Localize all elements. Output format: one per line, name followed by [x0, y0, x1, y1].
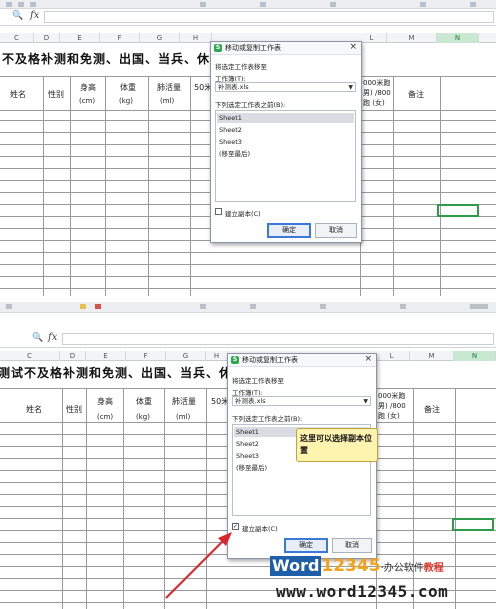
magnifier-icon[interactable]: 🔍 — [12, 11, 23, 21]
col-header[interactable]: M — [410, 351, 454, 361]
magnifier-icon[interactable]: 🔍 — [32, 333, 43, 343]
sheet-list[interactable]: Sheet1 Sheet2 Sheet3 (移至最后) — [215, 110, 356, 202]
watermark-brand: Word 12345·办公软件教程 — [270, 556, 444, 576]
header-height-unit: (cm) — [97, 413, 114, 421]
workbook-select[interactable]: 补测表.xls ▼ — [232, 396, 371, 406]
formula-input[interactable] — [62, 333, 494, 345]
col-header[interactable]: D — [60, 351, 86, 361]
dialog-titlebar[interactable]: S 移动或复制工作表 × — [228, 354, 376, 367]
selected-cell[interactable] — [437, 204, 479, 217]
header-run-long-3: 跑 (女) — [378, 412, 400, 420]
fx-label[interactable]: fx — [48, 332, 57, 343]
sheet-title: 不及格补测和免测、出国、当兵、休学 — [2, 52, 224, 66]
list-item[interactable]: (移至最后) — [217, 149, 354, 159]
header-weight-unit: (kg) — [119, 97, 133, 105]
header-lung: 肺活量 — [172, 397, 196, 406]
watermark-suffix: ·办公软件 — [380, 563, 424, 574]
col-header[interactable]: F — [100, 33, 140, 43]
header-weight: 体重 — [120, 83, 136, 92]
col-header[interactable]: H — [180, 33, 212, 43]
header-height: 身高 — [97, 397, 113, 406]
header-weight: 体重 — [136, 397, 152, 406]
header-lung: 肺活量 — [157, 83, 181, 92]
dialog-titlebar[interactable]: S 移动或复制工作表 × — [211, 42, 361, 55]
app-icon: S — [231, 356, 239, 364]
col-header[interactable]: G — [166, 351, 206, 361]
col-header[interactable]: E — [86, 351, 126, 361]
top-screenshot: 🔍 fx C D E F G H L M N 不及格补测和免测、出国、当兵、休学… — [0, 0, 496, 296]
col-header[interactable]: G — [140, 33, 180, 43]
cancel-button[interactable]: 取消 — [315, 223, 357, 238]
header-remarks: 备注 — [408, 90, 424, 99]
header-lung-unit: (ml) — [160, 97, 175, 105]
col-header[interactable]: F — [126, 351, 166, 361]
col-header[interactable]: C — [0, 351, 60, 361]
before-sheet-label: 下列选定工作表之前(B): — [215, 101, 286, 109]
header-run-long-2: 男) /800 — [363, 89, 391, 97]
col-header[interactable]: E — [60, 33, 100, 43]
header-lung-unit: (ml) — [176, 413, 191, 421]
header-remarks: 备注 — [424, 405, 440, 414]
toolbar-strip — [0, 0, 496, 9]
formula-input[interactable] — [44, 11, 494, 23]
move-copy-dialog: S 移动或复制工作表 × 将选定工作表移至 工作簿(T): 补测表.xls ▼ 下… — [210, 41, 362, 243]
chevron-down-icon[interactable]: ▼ — [348, 83, 353, 92]
col-header[interactable]: H — [206, 351, 228, 361]
list-item[interactable]: Sheet1 — [217, 113, 354, 123]
close-icon[interactable]: × — [364, 354, 372, 364]
sheet-title: 测试不及格补测和免测、出国、当兵、休学 — [0, 366, 246, 380]
dialog-title: 移动或复制工作表 — [242, 356, 298, 364]
header-gender: 性别 — [66, 405, 82, 414]
toolbar-strip — [0, 302, 496, 313]
header-weight-unit: (kg) — [136, 413, 150, 421]
header-run-long-3: 跑 (女) — [363, 99, 385, 107]
workbook-value: 补测表.xls — [235, 397, 266, 405]
chevron-down-icon[interactable]: ▼ — [363, 397, 368, 406]
watermark-url: www.word12345.com — [276, 582, 449, 601]
move-to-label: 将选定工作表移至 — [232, 377, 284, 385]
before-sheet-label: 下列选定工作表之前(B): — [232, 415, 303, 423]
list-item[interactable]: Sheet2 — [217, 125, 354, 135]
list-item[interactable]: Sheet3 — [217, 137, 354, 147]
workbook-select[interactable]: 补测表.xls ▼ — [215, 82, 356, 92]
watermark-word: Word — [270, 556, 322, 576]
header-height: 身高 — [80, 83, 96, 92]
formula-bar: 🔍 fx — [0, 331, 496, 348]
dialog-title: 移动或复制工作表 — [225, 44, 281, 52]
red-arrow — [165, 532, 232, 599]
copy-label: 建立副本(C) — [242, 525, 278, 533]
ok-button[interactable]: 确定 — [267, 223, 311, 238]
close-icon[interactable]: × — [349, 42, 357, 52]
move-to-label: 将选定工作表移至 — [215, 63, 267, 71]
selected-cell[interactable] — [452, 518, 494, 531]
header-name: 姓名 — [26, 405, 42, 414]
col-header[interactable]: N — [454, 351, 496, 361]
watermark-tag: 教程 — [423, 563, 444, 574]
watermark-number: 12345 — [321, 556, 381, 576]
header-run-long-1: 000米跑 — [363, 79, 391, 87]
col-header[interactable]: D — [34, 33, 60, 43]
copy-checkbox[interactable] — [215, 208, 222, 215]
header-name: 姓名 — [10, 90, 26, 99]
workbook-value: 补测表.xls — [218, 83, 249, 91]
header-height-unit: (cm) — [79, 97, 96, 105]
callout-tooltip: 这里可以选择副本位置 — [296, 428, 378, 462]
col-header[interactable]: M — [387, 33, 437, 43]
app-icon: S — [214, 44, 222, 52]
header-run-long-1: 000米跑 — [378, 392, 406, 400]
header-run-long-2: 男) /800 — [378, 402, 406, 410]
list-item[interactable]: (移至最后) — [234, 463, 369, 473]
col-header[interactable]: L — [374, 351, 410, 361]
col-header[interactable]: N — [437, 33, 479, 43]
fx-label[interactable]: fx — [30, 10, 39, 21]
header-gender: 性别 — [48, 90, 64, 99]
ok-button[interactable]: 确定 — [284, 538, 328, 553]
bottom-screenshot: 🔍 fx C D E F G H L M N 测试不及格补测和免测、出国、当兵、… — [0, 302, 496, 609]
copy-label: 建立副本(C) — [225, 210, 261, 218]
cancel-button[interactable]: 取消 — [332, 538, 372, 553]
formula-bar: 🔍 fx — [0, 9, 496, 26]
col-header[interactable]: C — [0, 33, 34, 43]
